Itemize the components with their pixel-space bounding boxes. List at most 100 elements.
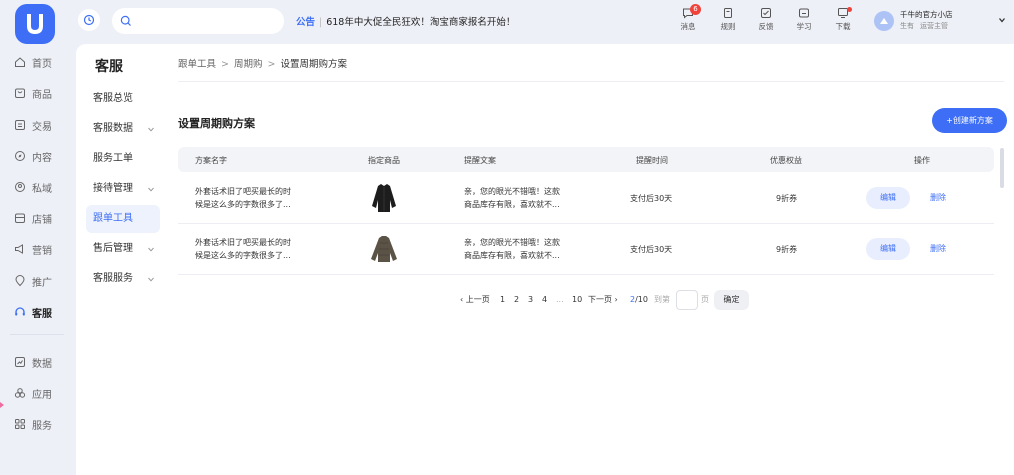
announcement-tag: 公告 [296, 17, 316, 28]
rail-divider [10, 334, 64, 335]
subnav-item-aftersales[interactable]: 售后管理 [86, 235, 160, 263]
search-box[interactable] [112, 8, 284, 34]
rail-item-label: 数据 [32, 358, 52, 370]
breadcrumb-current: 设置周期购方案 [280, 59, 347, 70]
tool-label: 学习 [796, 22, 812, 31]
message-count-badge: 6 [690, 4, 701, 15]
tool-label: 消息 [680, 22, 696, 31]
rail-item-private[interactable]: 私域 [0, 174, 72, 200]
search-icon [120, 15, 131, 26]
next-page-button[interactable]: 下一页 › [588, 290, 618, 310]
tool-feedback[interactable]: 反馈 [750, 7, 782, 32]
chevron-down-icon [148, 187, 154, 192]
table-header: 方案名字 指定商品 提醒文案 提醒时间 优惠权益 操作 [178, 147, 994, 172]
headset-icon [15, 307, 25, 316]
rail-item-promote[interactable]: 推广 [0, 268, 72, 294]
chevron-down-icon [999, 18, 1005, 23]
rail-item-data[interactable]: 数据 [0, 349, 72, 375]
tool-download[interactable]: 下载 [827, 7, 859, 32]
announcement-bar[interactable]: 公告 | 618年中大促全民狂欢！淘宝商家报名开始！ [296, 14, 515, 28]
subnav-item-data[interactable]: 客服数据 [86, 115, 160, 143]
subnav-title: 客服 [95, 59, 123, 75]
edit-button[interactable]: 编辑 [866, 238, 910, 260]
search-input[interactable] [136, 16, 276, 26]
subnav-item-tickets[interactable]: 服务工单 [86, 145, 160, 173]
rail-item-goods[interactable]: 商品 [0, 80, 72, 106]
history-button[interactable] [78, 9, 100, 31]
next-page-label: 下一页 [588, 295, 612, 304]
breadcrumb-link[interactable]: 跟单工具 [178, 59, 216, 70]
announcement-separator: | [319, 17, 323, 28]
subnav-item-label: 跟单工具 [93, 213, 133, 224]
divider [178, 81, 1004, 82]
main-nav-rail: 首页 商品 交易 内容 私域 店铺 营销 推广 客服 数据 应用 服务 [0, 0, 72, 475]
edit-button[interactable]: 编辑 [866, 187, 910, 209]
rail-item-store[interactable]: 店铺 [0, 205, 72, 231]
tool-study[interactable]: 学习 [788, 7, 820, 32]
column-header: 操作 [914, 156, 930, 165]
confirm-jump-button[interactable]: 确定 [714, 290, 749, 310]
page-indicator: 2/10 [630, 290, 648, 310]
tool-messages[interactable]: 6 消息 [672, 4, 704, 32]
plan-name: 外套话术旧了吧买最长的时 候是这么多的字数很多了... [195, 236, 315, 262]
reminder-copy-line: 商品库存有限，喜欢就不... [464, 200, 560, 209]
table-scrollbar[interactable] [1000, 148, 1004, 188]
tool-rules[interactable]: 规则 [712, 7, 744, 32]
column-header: 优惠权益 [770, 156, 802, 165]
rail-item-services[interactable]: 服务 [0, 411, 72, 437]
rail-item-trade[interactable]: 交易 [0, 112, 72, 138]
plan-name: 外套话术旧了吧买最长的时 候是这么多的字数很多了... [195, 185, 315, 211]
tool-label: 反馈 [758, 22, 774, 31]
jump-page-input[interactable] [676, 290, 698, 310]
delete-link[interactable]: 删除 [930, 192, 946, 203]
apps-icon [14, 388, 26, 398]
create-plan-button[interactable]: +创建新方案 [932, 108, 1007, 133]
rail-item-marketing[interactable]: 营销 [0, 236, 72, 262]
reminder-copy: 亲，您的眼光不错哦！这款 商品库存有限，喜欢就不... [464, 185, 584, 211]
reminder-copy-line: 亲，您的眼光不错哦！这款 [464, 187, 560, 196]
product-thumbnail[interactable] [366, 231, 402, 267]
discount-benefit: 9折券 [776, 245, 798, 254]
table-row: 外套话术旧了吧买最长的时 候是这么多的字数很多了... 亲，您的眼光不错哦！这款商… [178, 173, 994, 224]
rail-item-label: 应用 [32, 389, 52, 401]
rail-item-label: 私域 [32, 183, 52, 195]
reminder-time: 支付后30天 [630, 194, 673, 203]
page-title: 设置周期购方案 [178, 117, 255, 130]
breadcrumb-link[interactable]: 周期购 [234, 59, 263, 70]
page-unit-label: 页 [701, 295, 709, 304]
people-icon [15, 182, 25, 192]
subnav-item-reception[interactable]: 接待管理 [86, 175, 160, 203]
rail-item-service[interactable]: 客服 [0, 299, 72, 325]
page-number[interactable]: 1 [500, 290, 505, 310]
reminder-copy: 亲，您的眼光不错哦！这款 商品库存有限，喜欢就不... [464, 236, 584, 262]
subnav-item-label: 客服总览 [93, 93, 133, 104]
rail-item-label: 客服 [32, 308, 52, 320]
user-menu[interactable]: 千牛的官方小店 生有 运营主管 [874, 8, 1014, 34]
megaphone-icon [15, 244, 23, 254]
app-logo[interactable] [15, 4, 55, 44]
rail-item-label: 首页 [32, 58, 52, 70]
subnav-item-label: 接待管理 [93, 183, 133, 194]
rail-item-content[interactable]: 内容 [0, 143, 72, 169]
page-number[interactable]: 3 [528, 290, 533, 310]
rail-item-home[interactable]: 首页 [0, 49, 72, 75]
user-role-a: 生有 [900, 22, 914, 30]
reminder-time: 支付后30天 [630, 245, 673, 254]
subnav-item-followup-tools[interactable]: 跟单工具 [86, 205, 160, 233]
subnav-item-service[interactable]: 客服服务 [86, 265, 160, 293]
plan-name-line: 候是这么多的字数很多了... [195, 251, 291, 260]
main-panel: 跟单工具 > 周期购 > 设置周期购方案 设置周期购方案 +创建新方案 方案名字 指定商… [166, 44, 1014, 475]
subnav-item-overview[interactable]: 客服总览 [86, 85, 160, 113]
page-number[interactable]: 10 [572, 290, 582, 310]
prev-page-button[interactable]: ‹ 上一页 [460, 290, 490, 310]
page-number[interactable]: 4 [542, 290, 547, 310]
product-thumbnail[interactable] [366, 180, 402, 216]
delete-link[interactable]: 删除 [930, 243, 946, 254]
shop-avatar-icon [880, 18, 888, 24]
location-icon [15, 275, 25, 287]
service-subnav: 客服 客服总览 客服数据 服务工单 接待管理 跟单工具 售后管理 客服服务 [76, 44, 166, 475]
rail-item-apps[interactable]: 应用 [0, 380, 72, 406]
column-header: 提醒时间 [636, 156, 668, 165]
logo-icon [27, 14, 43, 34]
page-number[interactable]: 2 [514, 290, 519, 310]
